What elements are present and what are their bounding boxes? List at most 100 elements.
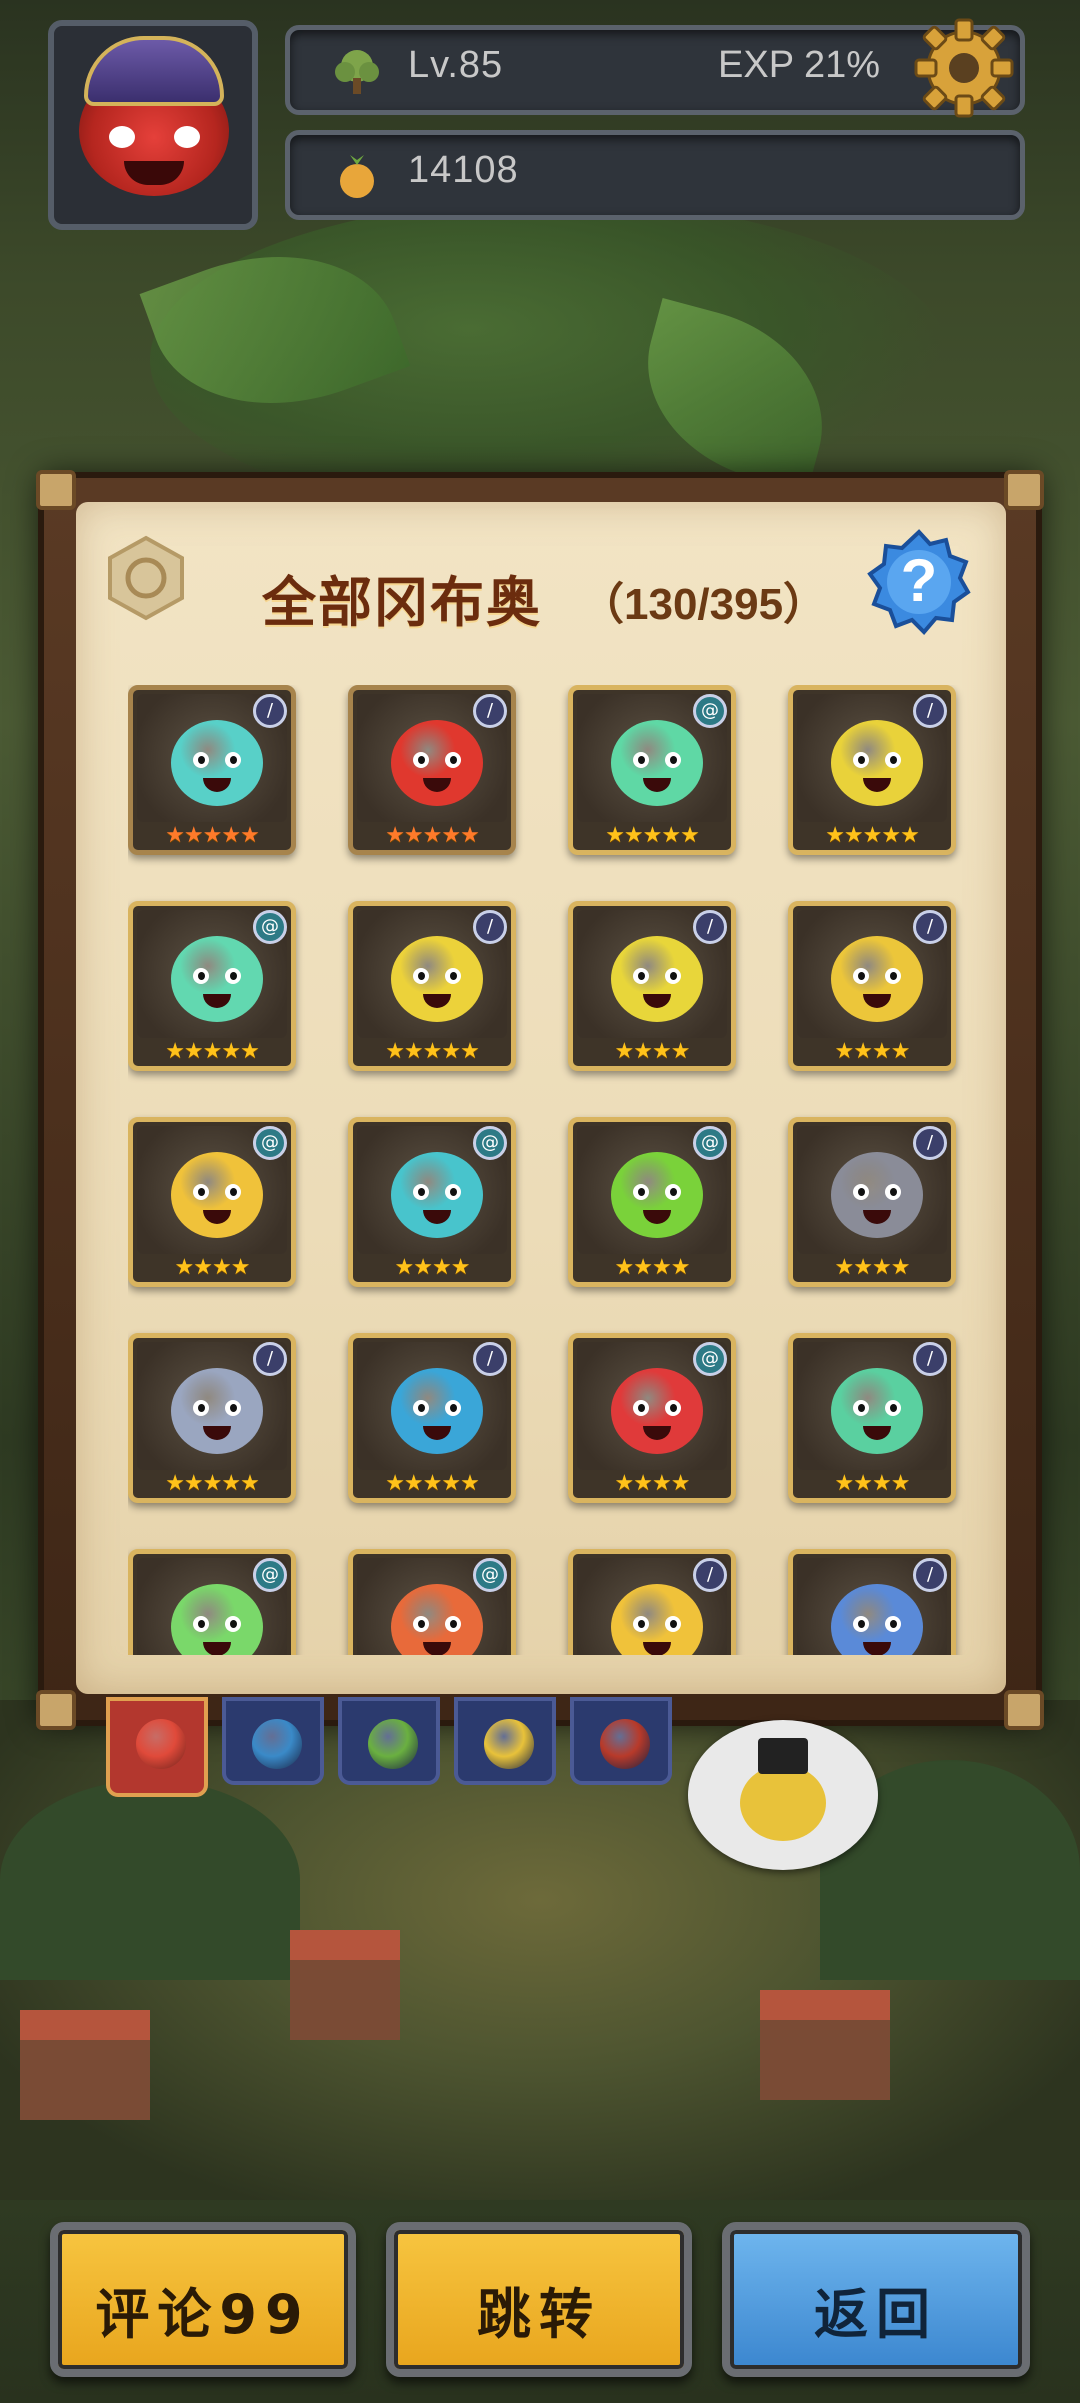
gumball-eye [885, 1184, 901, 1200]
gumball-eye [633, 1184, 649, 1200]
gumball-portrait-icon [611, 720, 703, 806]
jump-button[interactable]: 跳转 [386, 2222, 692, 2377]
currency-amount: 14108 [408, 149, 519, 191]
sword-class-icon: / [693, 910, 727, 944]
gumball-eye [225, 752, 241, 768]
gumball-mouth [643, 994, 671, 1008]
tree-level-icon [335, 50, 379, 94]
category-tab[interactable] [454, 1697, 556, 1785]
gumball-mouth [863, 778, 891, 792]
gumball-mouth [203, 1426, 231, 1440]
gumball-card[interactable]: / ★★★★ [788, 1333, 956, 1503]
gumball-card[interactable]: / ★★★★ [568, 901, 736, 1071]
gumball-eye [853, 1184, 869, 1200]
help-button[interactable]: ? [864, 528, 974, 636]
gumball-portrait-icon [171, 1152, 263, 1238]
sword-class-icon: / [253, 1342, 287, 1376]
sword-class-icon: / [913, 694, 947, 728]
speech-bubble [688, 1720, 878, 1870]
gumball-eye [445, 752, 461, 768]
gumball-mouth [643, 1426, 671, 1440]
gumball-eye [445, 968, 461, 984]
star-rating: ★★★★ [614, 1039, 691, 1064]
gumball-eye [665, 1400, 681, 1416]
comment-button[interactable]: 评论99 [50, 2222, 356, 2377]
category-tab[interactable] [570, 1697, 672, 1785]
star-rating: ★★★★ [834, 1255, 911, 1280]
gumball-eye [445, 1184, 461, 1200]
sword-class-icon: / [913, 1558, 947, 1592]
back-button-label: 返回 [814, 2283, 938, 2346]
settings-gear-icon[interactable] [910, 14, 1018, 122]
gumball-eye [225, 1616, 241, 1632]
house-decoration [760, 1990, 890, 2100]
panel-emblem-icon [108, 535, 184, 621]
player-avatar[interactable] [48, 20, 258, 230]
sword-class-icon: / [473, 910, 507, 944]
house-decoration [20, 2010, 150, 2120]
gumball-mouth [643, 1210, 671, 1224]
panel-title: 全部冈布奥 [262, 571, 542, 634]
gumball-card[interactable]: @ ★★★★★ [128, 901, 296, 1071]
exp-text: EXP 21% [718, 44, 880, 86]
gumball-mouth [863, 994, 891, 1008]
swirl-class-icon: @ [253, 1126, 287, 1160]
category-tab[interactable] [106, 1697, 208, 1797]
gumball-eye [665, 752, 681, 768]
gumball-card[interactable]: / ★★★★ [788, 1117, 956, 1287]
category-tab[interactable] [338, 1697, 440, 1785]
category-gumball-icon [368, 1719, 418, 1769]
gumball-eye [193, 752, 209, 768]
gumball-card[interactable]: @ [128, 1549, 296, 1655]
star-rating: ★★★★ [614, 1471, 691, 1496]
gumball-portrait-icon [171, 936, 263, 1022]
gumball-card[interactable]: / ★★★★★ [788, 685, 956, 855]
gumball-eye [445, 1400, 461, 1416]
gumball-card[interactable]: @ [348, 1549, 516, 1655]
gumball-card[interactable]: @ ★★★★★ [568, 685, 736, 855]
gumball-card[interactable]: @ ★★★★ [568, 1333, 736, 1503]
gumball-portrait-icon [611, 1152, 703, 1238]
star-rating: ★★★★ [174, 1255, 251, 1280]
gumball-eye [193, 1616, 209, 1632]
star-rating: ★★★★ [834, 1039, 911, 1064]
gumball-card[interactable]: / ★★★★★ [348, 1333, 516, 1503]
category-tab[interactable] [222, 1697, 324, 1785]
gumball-mouth [863, 1642, 891, 1655]
back-button[interactable]: 返回 [722, 2222, 1030, 2377]
gumball-card[interactable]: / [568, 1549, 736, 1655]
gumball-card[interactable]: / ★★★★★ [128, 1333, 296, 1503]
gumball-collection-grid: / ★★★★★ / ★★★★★ @ ★★★★★ / ★★★★★ @ ★★★★★ / ★★★★★ / ★★★… [128, 685, 968, 1655]
comment-button-label: 评论99 [95, 2283, 311, 2346]
gumball-mouth [203, 994, 231, 1008]
gumball-portrait-icon [831, 1152, 923, 1238]
swirl-class-icon: @ [693, 1342, 727, 1376]
gumball-card[interactable]: @ ★★★★ [568, 1117, 736, 1287]
gumball-card[interactable]: @ ★★★★ [128, 1117, 296, 1287]
gumball-card[interactable]: / ★★★★★ [128, 685, 296, 855]
gumball-mouth [863, 1426, 891, 1440]
gumball-portrait-icon [831, 1368, 923, 1454]
gumball-card[interactable]: / ★★★★ [788, 901, 956, 1071]
shield-class-icon: / [253, 694, 287, 728]
gumball-eye [193, 1400, 209, 1416]
swirl-class-icon: @ [473, 1126, 507, 1160]
avatar-helmet [84, 36, 224, 106]
category-gumball-icon [484, 1719, 534, 1769]
gumball-card[interactable]: / [788, 1549, 956, 1655]
gumball-eye [413, 1616, 429, 1632]
category-gumball-icon [136, 1719, 186, 1769]
gumball-card[interactable]: / ★★★★★ [348, 685, 516, 855]
sword-class-icon: / [913, 1342, 947, 1376]
gumball-portrait-icon [391, 1152, 483, 1238]
gumball-card[interactable]: @ ★★★★ [348, 1117, 516, 1287]
star-rating: ★★★★★ [825, 823, 920, 848]
star-rating: ★★★★★ [165, 1471, 260, 1496]
gumball-card[interactable]: / ★★★★★ [348, 901, 516, 1071]
collection-count: （130/395） [580, 580, 828, 629]
gumball-eye [885, 1400, 901, 1416]
gumball-eye [665, 1616, 681, 1632]
panel-corner [1004, 1690, 1044, 1730]
jump-button-label: 跳转 [477, 2283, 601, 2346]
gumball-mouth [643, 1642, 671, 1655]
